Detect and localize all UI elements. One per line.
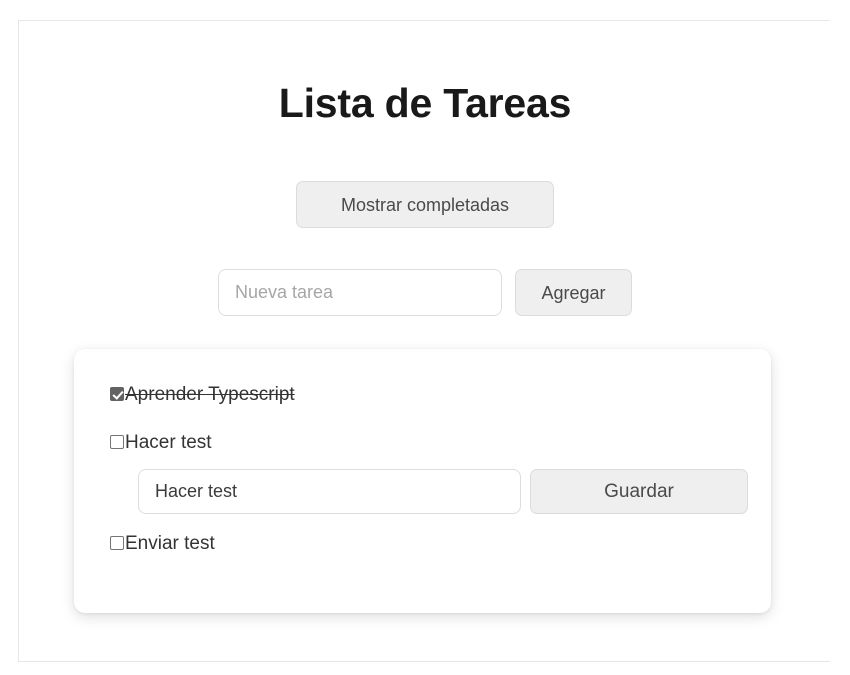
task-item: Hacer test Guardar	[74, 409, 771, 514]
task-edit-input[interactable]	[138, 469, 521, 514]
task-save-button[interactable]: Guardar	[530, 469, 748, 514]
task-row: Aprender Typescript	[110, 379, 771, 409]
page-title: Lista de Tareas	[278, 80, 572, 127]
task-label[interactable]: Aprender Typescript	[125, 385, 295, 404]
task-item: Aprender Typescript	[74, 379, 771, 409]
task-label[interactable]: Hacer test	[125, 433, 212, 452]
task-list: Aprender Typescript Hacer test Guardar	[74, 379, 771, 558]
task-checkbox-unchecked-icon[interactable]	[110, 536, 124, 550]
task-item: Enviar test	[74, 528, 771, 558]
app-root: Lista de Tareas Mostrar completadas Agre…	[0, 0, 850, 675]
task-row: Hacer test	[110, 427, 771, 457]
add-task-button[interactable]: Agregar	[515, 269, 632, 316]
new-task-input[interactable]	[218, 269, 502, 316]
new-task-row: Agregar	[19, 269, 831, 316]
task-checkbox-checked-icon[interactable]	[110, 387, 124, 401]
task-card: Aprender Typescript Hacer test Guardar	[74, 349, 771, 613]
task-label[interactable]: Enviar test	[125, 534, 215, 553]
task-checkbox-unchecked-icon[interactable]	[110, 435, 124, 449]
task-edit-row: Guardar	[138, 469, 771, 514]
show-completed-button[interactable]: Mostrar completadas	[296, 181, 554, 228]
page-frame: Lista de Tareas Mostrar completadas Agre…	[18, 20, 830, 662]
task-row: Enviar test	[110, 528, 771, 558]
show-completed-row: Mostrar completadas	[19, 181, 831, 228]
